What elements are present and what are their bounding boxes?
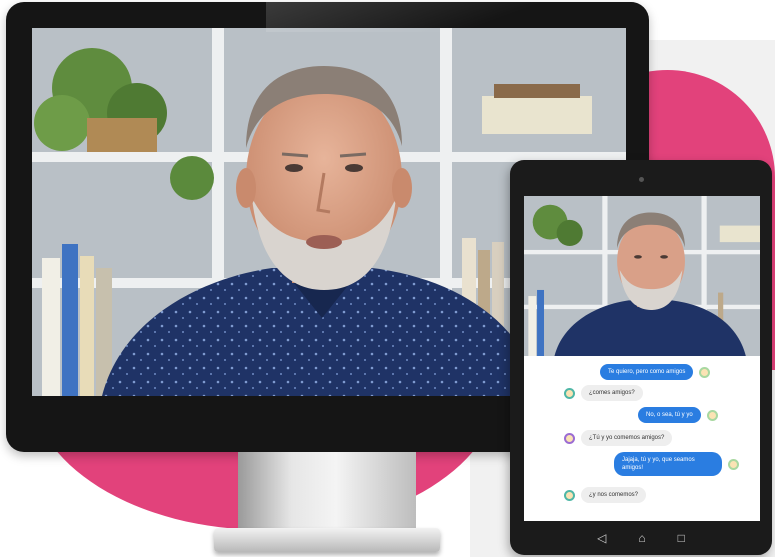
monitor-stand-neck [238,452,416,532]
chat-bubble: No, o sea, tú y yo [638,407,701,423]
chat-bubble: Jajaja, tú y yo, que seamos amigos! [614,452,722,476]
chat-bubble: Te quiero, pero como amigos [600,364,694,380]
bot-avatar-icon [564,489,575,501]
chat-message-incoming: ¿comes amigos? [564,385,643,401]
chat-message-incoming: ¿y nos comemos? [564,487,647,503]
home-icon[interactable]: ⌂ [638,532,645,544]
user-avatar-icon [728,458,739,470]
bot-avatar-icon [564,387,575,399]
recents-icon[interactable]: □ [678,532,685,544]
tablet-device: Te quiero, pero como amigos ¿comes amigo… [510,160,772,555]
tablet-video-screen[interactable] [524,196,760,356]
chat-message-outgoing: Jajaja, tú y yo, que seamos amigos! [614,452,739,476]
bot-avatar-icon [564,432,575,444]
monitor-stand-base [214,528,440,552]
back-icon[interactable]: ◁ [597,532,606,544]
chat-conversation: Te quiero, pero como amigos ¿comes amigo… [524,360,760,521]
tablet-nav-bar: ◁ ⌂ □ [510,523,772,553]
tablet-camera [639,177,644,182]
chat-message-outgoing: No, o sea, tú y yo [638,407,718,423]
chat-bubble: ¿y nos comemos? [581,487,647,503]
chat-bubble: ¿comes amigos? [581,385,643,401]
chat-bubble: ¿Tú y yo comemos amigos? [581,430,673,446]
user-avatar-icon [699,366,711,378]
chat-message-incoming: ¿Tú y yo comemos amigos? [564,430,673,446]
tablet-video-frame [524,196,760,356]
chat-message-outgoing: Te quiero, pero como amigos [600,364,711,380]
user-avatar-icon [706,409,718,421]
tablet-screen: Te quiero, pero como amigos ¿comes amigo… [524,196,760,521]
tablet-video-presenter-image [524,196,760,356]
